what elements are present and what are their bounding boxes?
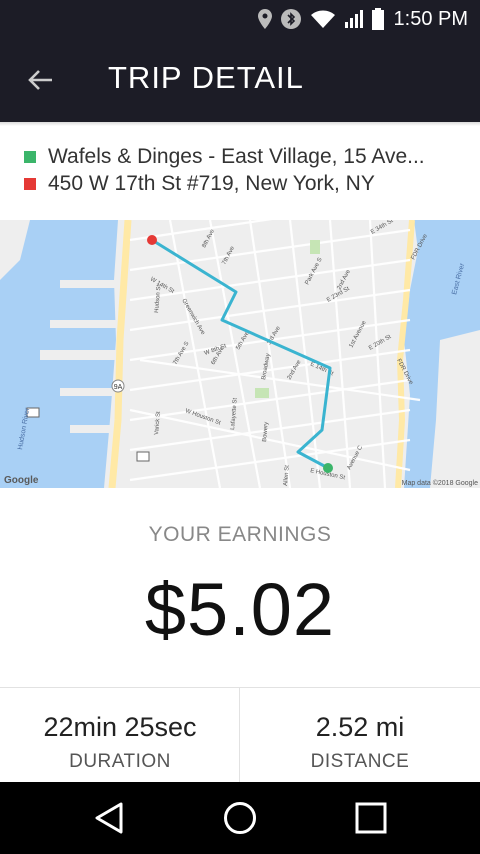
earnings-label: YOUR EARNINGS bbox=[148, 523, 332, 546]
bluetooth-icon bbox=[280, 8, 302, 30]
header-shadow bbox=[0, 122, 480, 126]
stats-divider bbox=[0, 687, 480, 688]
dropoff-pin-icon bbox=[147, 235, 157, 245]
duration-value: 22min 25sec bbox=[43, 712, 197, 742]
back-arrow-icon bbox=[28, 70, 52, 90]
distance-value: 2.52 mi bbox=[315, 712, 405, 742]
distance-label: DISTANCE bbox=[310, 751, 410, 772]
page-title: TRIP DETAIL bbox=[108, 60, 304, 95]
nav-back-icon bbox=[95, 802, 123, 834]
back-button[interactable] bbox=[18, 58, 64, 102]
earnings-amount: $5.02 bbox=[144, 568, 336, 651]
nav-recents-button[interactable] bbox=[341, 796, 401, 840]
dropoff-address: 450 W 17th St #719, New York, NY bbox=[24, 172, 464, 196]
trip-map[interactable]: 9A E 34th St E 23rd St E 20th St E 14th … bbox=[0, 220, 480, 488]
dropoff-address-text: 450 W 17th St #719, New York, NY bbox=[48, 172, 375, 195]
map-attribution: Map data ©2018 Google bbox=[402, 479, 478, 487]
pickup-marker-icon bbox=[24, 151, 36, 163]
system-nav-bar bbox=[0, 782, 480, 854]
signal-icon bbox=[344, 9, 364, 29]
highway-9a-label: 9A bbox=[114, 384, 123, 391]
pickup-pin-icon bbox=[323, 463, 333, 473]
location-icon bbox=[257, 9, 272, 29]
pickup-address: Wafels & Dinges - East Village, 15 Ave..… bbox=[24, 145, 464, 169]
nav-recents-icon bbox=[355, 802, 387, 834]
status-time: 1:50 PM bbox=[393, 7, 468, 30]
wifi-icon bbox=[310, 9, 336, 29]
google-logo: Google bbox=[4, 475, 39, 486]
duration-label: DURATION bbox=[69, 751, 171, 772]
battery-icon bbox=[371, 8, 384, 30]
nav-home-icon bbox=[224, 802, 256, 834]
app-bar: TRIP DETAIL bbox=[0, 38, 480, 122]
pickup-address-text: Wafels & Dinges - East Village, 15 Ave..… bbox=[48, 145, 425, 168]
status-bar: 1:50 PM bbox=[0, 0, 480, 38]
nav-home-button[interactable] bbox=[210, 796, 270, 840]
dropoff-marker-icon bbox=[24, 178, 36, 190]
nav-back-button[interactable] bbox=[79, 796, 139, 840]
